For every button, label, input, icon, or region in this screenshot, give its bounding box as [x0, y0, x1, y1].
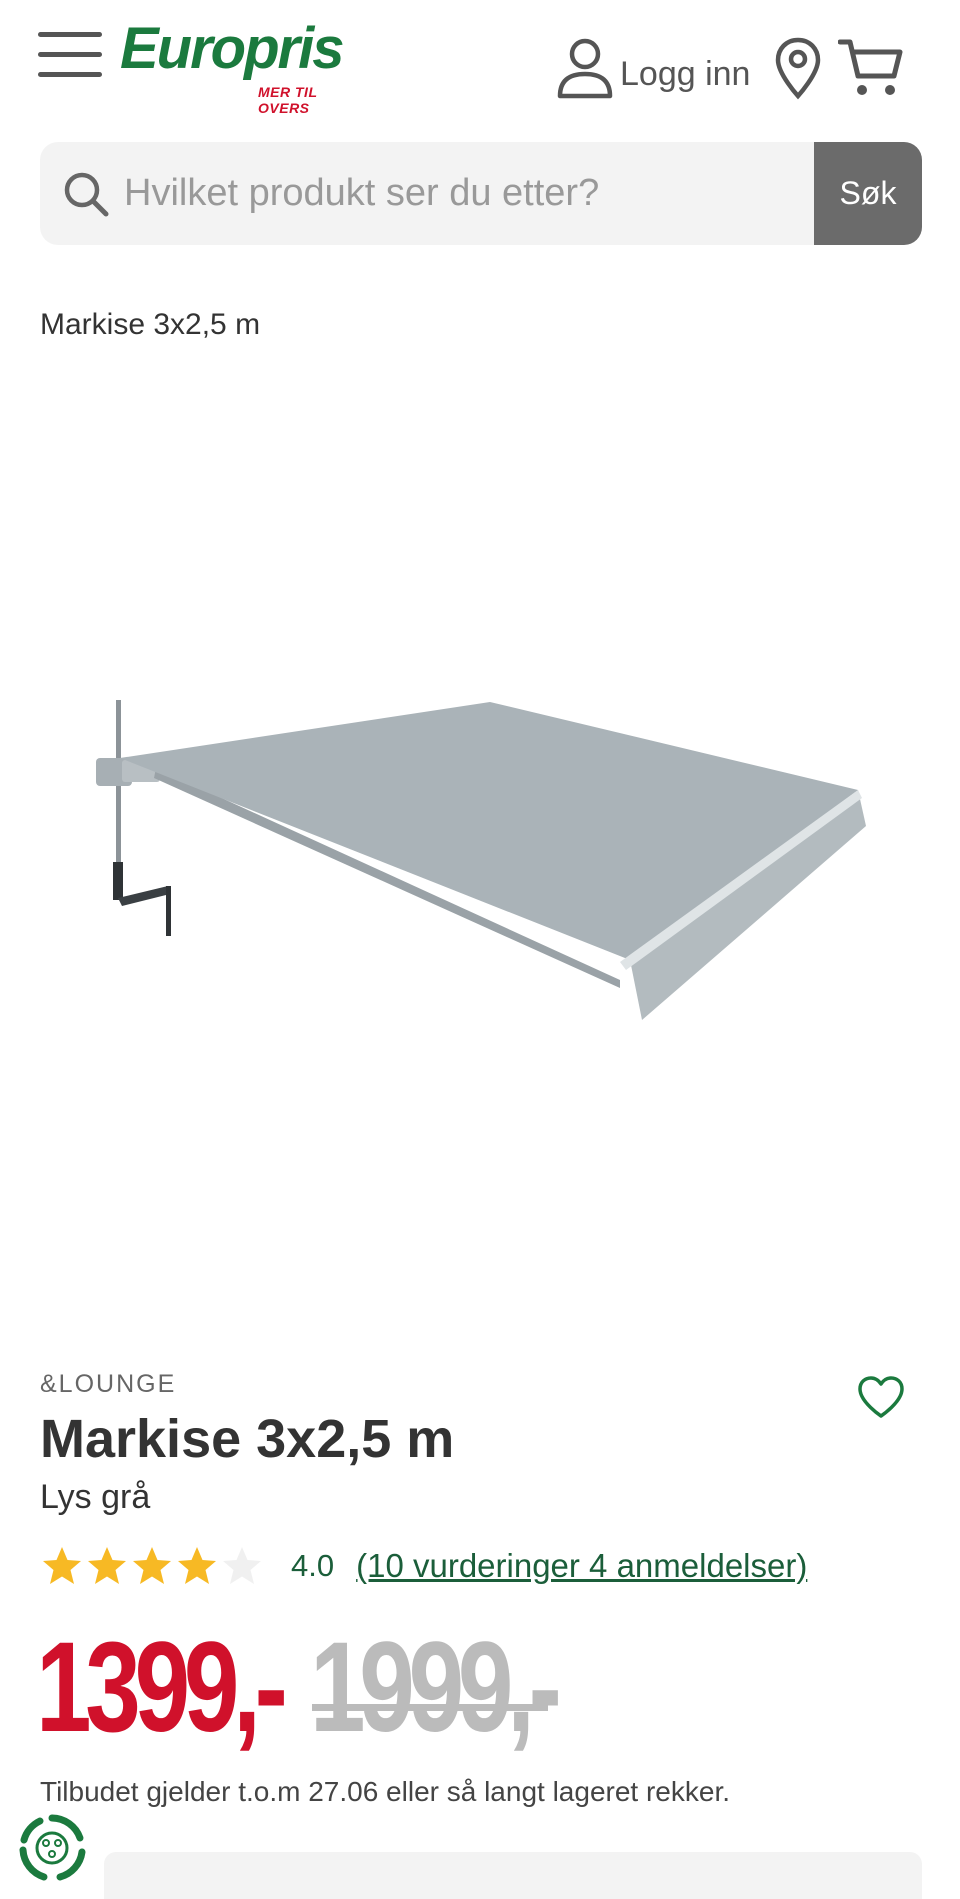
product-title: Markise 3x2,5 m	[40, 1409, 455, 1469]
star-filled-icon	[88, 1547, 126, 1584]
location-icon[interactable]	[774, 36, 822, 100]
login-label: Logg inn	[620, 54, 751, 93]
current-price: 1399,-	[36, 1616, 288, 1759]
old-price: 1999,-	[310, 1616, 562, 1759]
search-bar: Søk	[40, 142, 922, 245]
search-input[interactable]	[124, 142, 834, 245]
logo-tagline: MER TIL OVERS	[258, 84, 318, 116]
menu-hamburger-icon[interactable]	[38, 32, 104, 78]
star-empty-icon	[223, 1547, 261, 1584]
heart-icon[interactable]	[856, 1374, 906, 1420]
rating-value: 4.0	[291, 1548, 335, 1583]
star-filled-icon	[133, 1547, 171, 1584]
star-filled-icon	[43, 1547, 81, 1584]
user-icon	[557, 38, 613, 99]
recycle-icon[interactable]	[16, 1812, 88, 1884]
cart-icon[interactable]	[838, 36, 904, 100]
product-rating: 4.0 (10 vurderinger 4 anmeldelser)	[40, 1540, 807, 1592]
logo-wordmark: Europris	[120, 16, 344, 81]
star-filled-icon	[178, 1547, 216, 1584]
product-variant: Lys grå	[40, 1478, 151, 1516]
breadcrumb[interactable]: Markise 3x2,5 m	[40, 308, 260, 342]
old-price-strikethrough	[312, 1704, 548, 1711]
rating-stars	[40, 1544, 265, 1588]
login-button[interactable]: Logg inn	[556, 36, 750, 100]
search-button[interactable]: Søk	[814, 142, 922, 245]
product-image-awning[interactable]	[60, 640, 900, 1060]
europris-logo[interactable]: Europris MER TIL OVERS	[120, 16, 370, 117]
reviews-link[interactable]: (10 vurderinger 4 anmeldelser)	[356, 1547, 807, 1585]
bottom-panel	[104, 1852, 922, 1899]
offer-note: Tilbudet gjelder t.o.m 27.06 eller så la…	[40, 1776, 731, 1807]
search-icon	[64, 172, 109, 217]
product-brand[interactable]: &LOUNGE	[40, 1370, 176, 1399]
header: Europris MER TIL OVERS Logg inn	[0, 0, 960, 130]
